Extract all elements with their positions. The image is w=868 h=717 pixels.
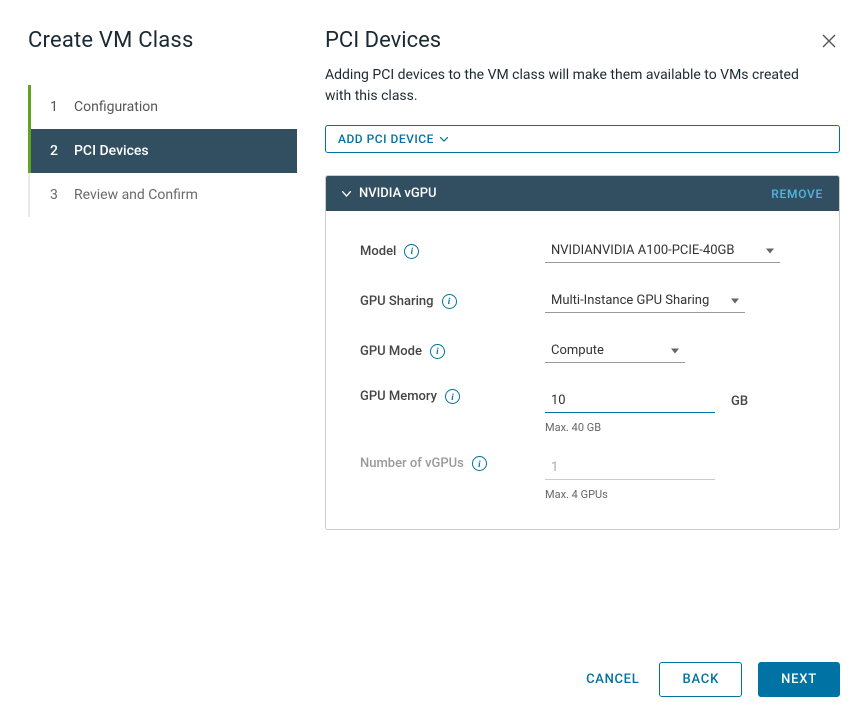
next-button[interactable]: NEXT (758, 662, 840, 697)
page-title: PCI Devices (325, 28, 441, 53)
wizard-steps: 1 Configuration 2 PCI Devices 3 Review a… (28, 85, 297, 217)
gpu-mode-control: Compute (545, 339, 805, 363)
gpu-memory-control: GB (545, 389, 805, 413)
wizard-footer: CANCEL BACK NEXT (325, 642, 840, 697)
main-content: PCI Devices Adding PCI devices to the VM… (297, 0, 868, 717)
device-panel: NVIDIA vGPU REMOVE Model i NVIDIANVIDIA … (325, 175, 840, 530)
gpu-mode-label: GPU Mode (360, 344, 422, 359)
gpu-memory-label-group: GPU Memory i (360, 389, 545, 404)
num-vgpus-label: Number of vGPUs (360, 456, 464, 471)
model-control: NVIDIANVIDIA A100-PCIE-40GB (545, 239, 805, 263)
form-row-gpu-sharing: GPU Sharing i Multi-Instance GPU Sharing (360, 289, 805, 313)
step-number: 1 (50, 99, 62, 115)
cancel-button[interactable]: CANCEL (582, 664, 643, 695)
gpu-sharing-label: GPU Sharing (360, 294, 434, 309)
model-select[interactable]: NVIDIANVIDIA A100-PCIE-40GB (545, 239, 780, 263)
form-row-num-vgpus: Number of vGPUs i (360, 456, 805, 480)
back-button[interactable]: BACK (659, 662, 742, 697)
panel-title: NVIDIA vGPU (359, 186, 437, 201)
device-panel-header[interactable]: NVIDIA vGPU REMOVE (326, 176, 839, 211)
gpu-sharing-label-group: GPU Sharing i (360, 294, 545, 309)
num-vgpus-help: Max. 4 GPUs (545, 488, 805, 501)
step-review-confirm[interactable]: 3 Review and Confirm (30, 173, 297, 217)
add-button-label: ADD PCI DEVICE (338, 132, 434, 146)
num-vgpus-input (545, 456, 715, 480)
step-label: Review and Confirm (74, 187, 198, 203)
num-vgpus-label-group: Number of vGPUs i (360, 456, 545, 471)
device-panel-body: Model i NVIDIANVIDIA A100-PCIE-40GB GPU … (326, 211, 839, 529)
gpu-mode-label-group: GPU Mode i (360, 344, 545, 359)
gpu-memory-label: GPU Memory (360, 389, 437, 404)
gpu-sharing-select[interactable]: Multi-Instance GPU Sharing (545, 289, 745, 313)
close-icon[interactable] (818, 28, 840, 57)
step-number: 3 (50, 187, 62, 203)
info-icon[interactable]: i (442, 294, 457, 309)
step-label: Configuration (74, 99, 158, 115)
num-vgpus-control (545, 456, 805, 480)
chevron-down-icon (342, 187, 351, 200)
step-label: PCI Devices (74, 143, 149, 159)
step-number: 2 (50, 143, 62, 159)
wizard-title: Create VM Class (28, 28, 297, 53)
form-row-model: Model i NVIDIANVIDIA A100-PCIE-40GB (360, 239, 805, 263)
gpu-memory-input[interactable] (545, 389, 715, 413)
gpu-mode-select[interactable]: Compute (545, 339, 685, 363)
model-select-wrap: NVIDIANVIDIA A100-PCIE-40GB (545, 239, 780, 263)
wizard-sidebar: Create VM Class 1 Configuration 2 PCI De… (0, 0, 297, 717)
info-icon[interactable]: i (445, 389, 460, 404)
info-icon[interactable]: i (472, 456, 487, 471)
gpu-memory-help: Max. 40 GB (545, 421, 805, 434)
main-header: PCI Devices (325, 28, 840, 65)
gpu-sharing-control: Multi-Instance GPU Sharing (545, 289, 805, 313)
model-label-group: Model i (360, 244, 545, 259)
model-label: Model (360, 244, 396, 259)
step-pci-devices[interactable]: 2 PCI Devices (30, 129, 297, 173)
form-row-gpu-mode: GPU Mode i Compute (360, 339, 805, 363)
step-configuration[interactable]: 1 Configuration (30, 85, 297, 129)
panel-header-left: NVIDIA vGPU (342, 186, 437, 201)
chevron-down-icon (440, 134, 448, 145)
gpu-sharing-select-wrap: Multi-Instance GPU Sharing (545, 289, 745, 313)
form-row-gpu-memory: GPU Memory i GB (360, 389, 805, 413)
info-icon[interactable]: i (430, 344, 445, 359)
info-icon[interactable]: i (404, 244, 419, 259)
remove-device-button[interactable]: REMOVE (771, 187, 823, 201)
gpu-memory-unit: GB (731, 394, 748, 409)
add-pci-device-button[interactable]: ADD PCI DEVICE (325, 125, 840, 153)
gpu-mode-select-wrap: Compute (545, 339, 685, 363)
page-description: Adding PCI devices to the VM class will … (325, 65, 805, 107)
